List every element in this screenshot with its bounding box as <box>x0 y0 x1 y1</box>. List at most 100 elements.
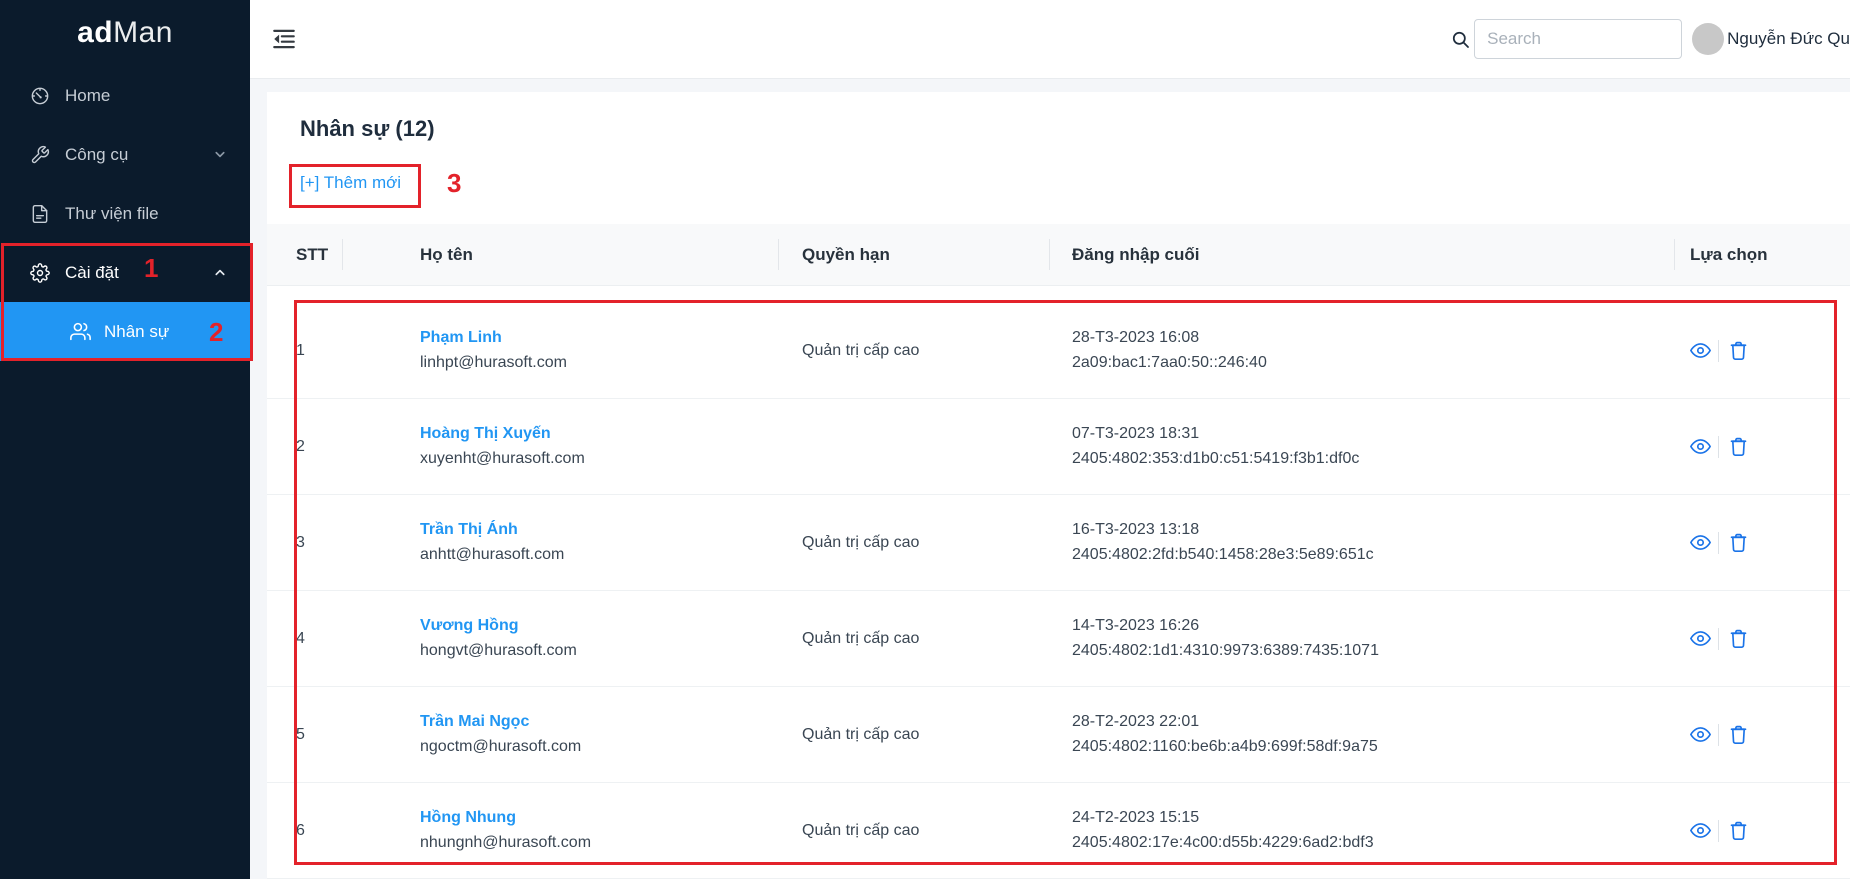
person-name-link[interactable]: Hồng Nhung <box>420 809 778 827</box>
cell-last-login: 28-T3-2023 16:08 2a09:bac1:7aa0:50::246:… <box>1049 329 1674 372</box>
table-row: 3 Trần Thị Ánh anhtt@hurasoft.com Quản t… <box>267 495 1850 591</box>
avatar[interactable] <box>1692 23 1724 55</box>
last-login-time: 24-T2-2023 15:15 <box>1072 809 1674 827</box>
cell-name: Trần Thị Ánh anhtt@hurasoft.com <box>342 521 778 564</box>
column-header-role: Quyền hạn <box>778 224 1049 285</box>
last-login-ip: 2405:4802:353:d1b0:c51:5419:f3b1:df0c <box>1072 450 1674 468</box>
eye-icon <box>1690 532 1711 553</box>
person-email: ngoctm@hurasoft.com <box>420 738 778 756</box>
cell-last-login: 07-T3-2023 18:31 2405:4802:353:d1b0:c51:… <box>1049 425 1674 468</box>
cell-stt: 1 <box>267 342 342 360</box>
delete-button[interactable] <box>1728 724 1749 745</box>
sidebar-item-label: Công cụ <box>65 145 128 165</box>
cell-role: Quản trị cấp cao <box>778 534 1049 552</box>
view-button[interactable] <box>1690 532 1711 553</box>
cell-name: Vương Hồng hongvt@hurasoft.com <box>342 617 778 660</box>
person-name-link[interactable]: Phạm Linh <box>420 329 778 347</box>
chevron-up-icon <box>210 265 230 280</box>
eye-icon <box>1690 436 1711 457</box>
sidebar-item-nhan-su[interactable]: Nhân sự <box>0 302 250 361</box>
cell-stt: 3 <box>267 534 342 552</box>
last-login-ip: 2405:4802:17e:4c00:d55b:4229:6ad2:bdf3 <box>1072 834 1674 852</box>
username: Nguyễn Đức Qu <box>1727 29 1850 49</box>
people-icon <box>70 321 91 342</box>
trash-icon <box>1728 340 1749 361</box>
cell-actions <box>1674 820 1850 842</box>
outdent-icon[interactable] <box>271 26 297 52</box>
cell-role: Quản trị cấp cao <box>778 342 1049 360</box>
cell-last-login: 28-T2-2023 22:01 2405:4802:1160:be6b:a4b… <box>1049 713 1674 756</box>
sidebar-item-label: Home <box>65 86 110 106</box>
last-login-time: 28-T3-2023 16:08 <box>1072 329 1674 347</box>
cell-last-login: 14-T3-2023 16:26 2405:4802:1d1:4310:9973… <box>1049 617 1674 660</box>
add-new-button[interactable]: [+] Thêm mới <box>300 173 401 193</box>
column-header-last-login: Đăng nhập cuối <box>1049 224 1674 285</box>
cell-stt: 5 <box>267 726 342 744</box>
eye-icon <box>1690 340 1711 361</box>
person-email: xuyenht@hurasoft.com <box>420 450 778 468</box>
view-button[interactable] <box>1690 820 1711 841</box>
person-name-link[interactable]: Hoàng Thị Xuyến <box>420 425 778 443</box>
sidebar-item-cong-cu[interactable]: Công cụ <box>0 125 250 184</box>
table-row: 4 Vương Hồng hongvt@hurasoft.com Quản tr… <box>267 591 1850 687</box>
action-divider <box>1718 724 1719 746</box>
table-header-row: STT Họ tên Quyền hạn Đăng nhập cuối Lựa … <box>267 224 1850 286</box>
last-login-time: 16-T3-2023 13:18 <box>1072 521 1674 539</box>
person-email: nhungnh@hurasoft.com <box>420 834 778 852</box>
search-input[interactable] <box>1474 19 1682 59</box>
cell-actions <box>1674 340 1850 362</box>
cell-last-login: 24-T2-2023 15:15 2405:4802:17e:4c00:d55b… <box>1049 809 1674 852</box>
sidebar-item-label: Nhân sự <box>104 322 169 342</box>
action-divider <box>1718 340 1719 362</box>
person-email: hongvt@hurasoft.com <box>420 642 778 660</box>
delete-button[interactable] <box>1728 436 1749 457</box>
view-button[interactable] <box>1690 436 1711 457</box>
person-name-link[interactable]: Vương Hồng <box>420 617 778 635</box>
speedometer-icon <box>30 86 50 106</box>
main-panel: Nhân sự (12) [+] Thêm mới STT Họ tên Quy… <box>267 92 1850 879</box>
cell-stt: 6 <box>267 822 342 840</box>
column-header-actions: Lựa chọn <box>1674 224 1850 285</box>
person-email: linhpt@hurasoft.com <box>420 354 778 372</box>
search-icon[interactable] <box>1451 30 1470 49</box>
delete-button[interactable] <box>1728 340 1749 361</box>
cell-role: Quản trị cấp cao <box>778 630 1049 648</box>
cell-name: Hồng Nhung nhungnh@hurasoft.com <box>342 809 778 852</box>
trash-icon <box>1728 820 1749 841</box>
cell-name: Phạm Linh linhpt@hurasoft.com <box>342 329 778 372</box>
table-row: 2 Hoàng Thị Xuyến xuyenht@hurasoft.com 0… <box>267 399 1850 495</box>
view-button[interactable] <box>1690 628 1711 649</box>
delete-button[interactable] <box>1728 820 1749 841</box>
sidebar-item-cai-dat[interactable]: Cài đặt <box>0 243 250 302</box>
person-email: anhtt@hurasoft.com <box>420 546 778 564</box>
sidebar-item-label: Cài đặt <box>65 263 119 283</box>
app-logo-light: Man <box>113 16 173 50</box>
table-row: 5 Trần Mai Ngọc ngoctm@hurasoft.com Quản… <box>267 687 1850 783</box>
trash-icon <box>1728 628 1749 649</box>
person-name-link[interactable]: Trần Mai Ngọc <box>420 713 778 731</box>
action-divider <box>1718 436 1719 458</box>
sidebar-item-home[interactable]: Home <box>0 66 250 125</box>
last-login-ip: 2405:4802:2fd:b540:1458:28e3:5e89:651c <box>1072 546 1674 564</box>
cell-stt: 2 <box>267 438 342 456</box>
personnel-table: STT Họ tên Quyền hạn Đăng nhập cuối Lựa … <box>267 224 1850 879</box>
topbar: Nguyễn Đức Qu <box>250 0 1850 79</box>
last-login-time: 28-T2-2023 22:01 <box>1072 713 1674 731</box>
delete-button[interactable] <box>1728 628 1749 649</box>
app-logo-bold: ad <box>77 16 113 50</box>
sidebar-item-thu-vien-file[interactable]: Thư viện file <box>0 184 250 243</box>
delete-button[interactable] <box>1728 532 1749 553</box>
cell-name: Trần Mai Ngọc ngoctm@hurasoft.com <box>342 713 778 756</box>
cell-last-login: 16-T3-2023 13:18 2405:4802:2fd:b540:1458… <box>1049 521 1674 564</box>
person-name-link[interactable]: Trần Thị Ánh <box>420 521 778 539</box>
cell-actions <box>1674 436 1850 458</box>
view-button[interactable] <box>1690 724 1711 745</box>
app-logo[interactable]: adMan <box>0 0 250 66</box>
gear-icon <box>30 263 50 283</box>
table-body: 1 Phạm Linh linhpt@hurasoft.com Quản trị… <box>267 303 1850 879</box>
column-header-name: Họ tên <box>342 224 778 285</box>
cell-role: Quản trị cấp cao <box>778 822 1049 840</box>
view-button[interactable] <box>1690 340 1711 361</box>
file-icon <box>30 204 50 224</box>
cell-stt: 4 <box>267 630 342 648</box>
